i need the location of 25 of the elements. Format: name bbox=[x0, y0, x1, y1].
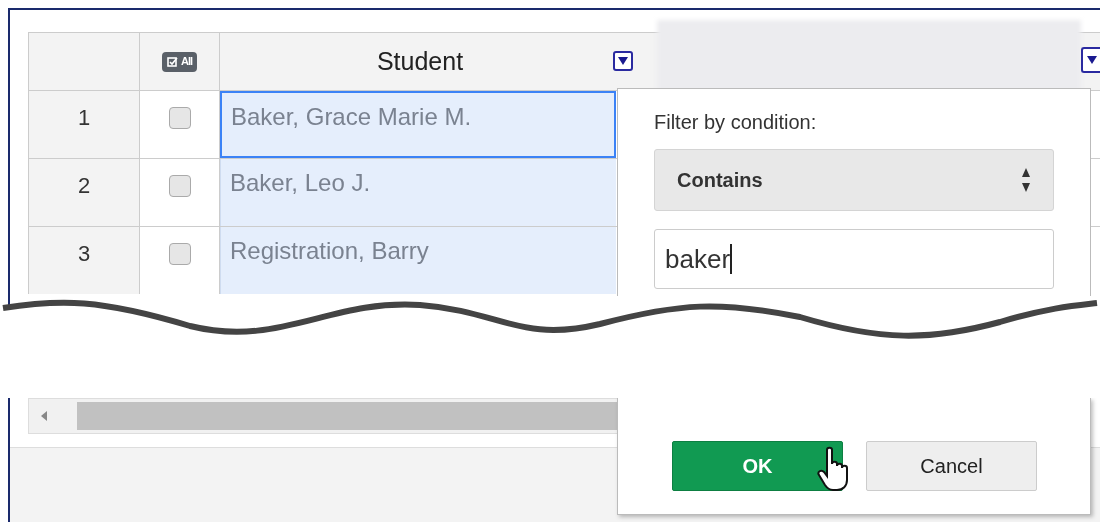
row-checkbox[interactable] bbox=[168, 243, 191, 265]
cancel-button[interactable]: Cancel bbox=[866, 441, 1037, 491]
condition-select[interactable]: Contains bbox=[654, 149, 1054, 211]
row-checkbox[interactable] bbox=[168, 107, 191, 129]
scrollbar-thumb[interactable] bbox=[77, 402, 617, 430]
student-cell[interactable]: Baker, Grace Marie M. bbox=[220, 91, 616, 158]
scrollbar[interactable] bbox=[28, 398, 618, 434]
up-down-arrows-icon bbox=[1021, 166, 1031, 194]
caret-down-icon bbox=[618, 57, 628, 65]
student-cell[interactable]: Registration, Barry bbox=[220, 227, 616, 294]
filter-dropdown-button[interactable] bbox=[613, 51, 633, 71]
scroll-left-icon bbox=[41, 411, 47, 421]
checkbox-icon bbox=[166, 55, 179, 68]
select-all-button[interactable]: All bbox=[161, 51, 198, 72]
row-number: 2 bbox=[28, 159, 140, 226]
filter-dropdown-button[interactable] bbox=[1081, 47, 1100, 73]
ok-button[interactable]: OK bbox=[672, 441, 843, 491]
column-header: Student bbox=[376, 45, 464, 77]
filter-value-field[interactable]: baker bbox=[654, 229, 1054, 289]
caret-down-icon bbox=[1086, 56, 1097, 64]
filter-label: Filter by condition: bbox=[654, 110, 818, 135]
row-number: 1 bbox=[28, 91, 140, 158]
row-checkbox[interactable] bbox=[168, 175, 191, 197]
student-cell[interactable]: Baker, Leo J. bbox=[220, 159, 616, 226]
row-number: 3 bbox=[28, 227, 140, 294]
